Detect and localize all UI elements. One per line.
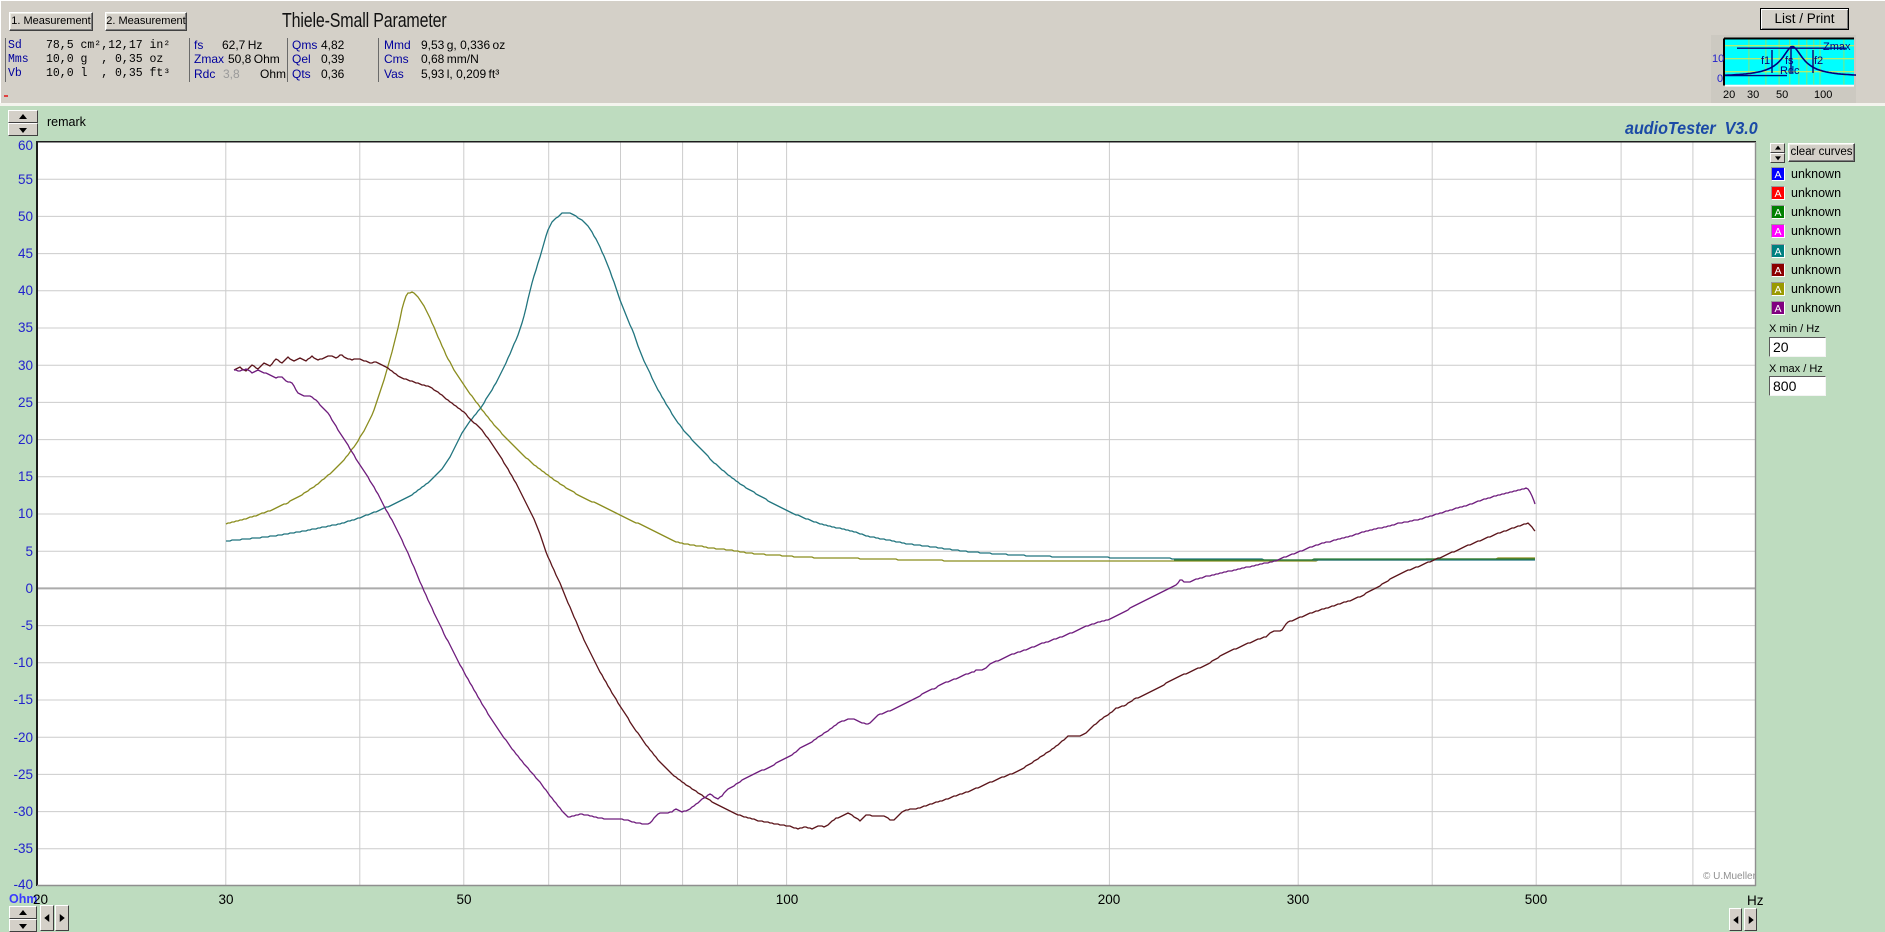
- svg-text:100: 100: [1814, 89, 1832, 101]
- svg-text:20: 20: [1723, 89, 1735, 101]
- svg-text:30: 30: [1747, 89, 1759, 101]
- svg-text:f1: f1: [1761, 55, 1770, 67]
- svg-text:0: 0: [1717, 73, 1723, 85]
- svg-text:10: 10: [1712, 53, 1724, 65]
- svg-text:Zmax: Zmax: [1823, 41, 1851, 53]
- svg-text:50: 50: [1776, 89, 1788, 101]
- svg-text:Rdc: Rdc: [1780, 65, 1800, 77]
- svg-text:f2: f2: [1814, 55, 1823, 67]
